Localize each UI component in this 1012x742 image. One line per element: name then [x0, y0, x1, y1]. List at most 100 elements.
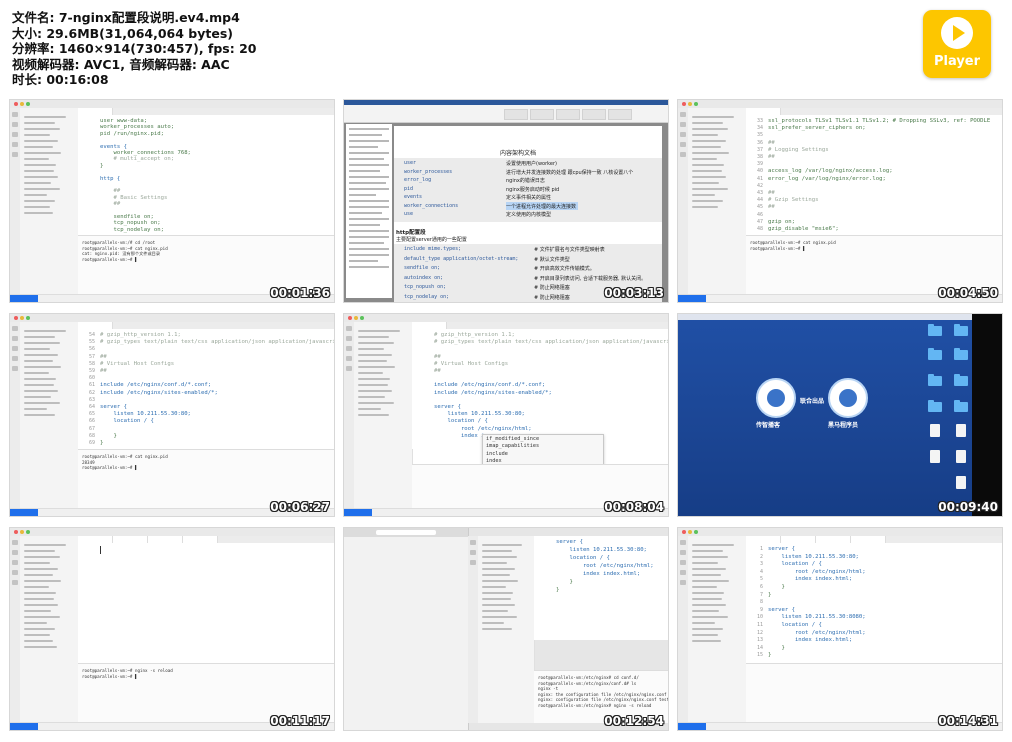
- file-explorer: [354, 322, 413, 509]
- player-logo: Player: [923, 10, 991, 78]
- line-number: 3: [759, 561, 763, 568]
- code-line: http {: [100, 175, 121, 182]
- file-info-line: 视频解码器: AVC1, 音频解码器: AAC: [12, 56, 230, 72]
- code-line: index index.html;: [556, 571, 641, 577]
- thumbnail-5[interactable]: # gzip_http_version 1.1; # gzip_types tex…: [343, 313, 669, 517]
- config-key: worker_connections: [404, 202, 459, 209]
- thumbnail-2[interactable]: 内容架构文档 user 设置使用用户(worker) worker_processe…: [343, 99, 669, 303]
- code-line: root /etc/nginx/html;: [768, 629, 866, 636]
- line-number: 44: [756, 197, 763, 204]
- line-number: 6: [759, 584, 763, 590]
- line-number: 13: [756, 637, 763, 644]
- code-line: listen 10.211.55.30:80;: [434, 411, 525, 418]
- config-key: worker_processes: [404, 168, 453, 175]
- code-line: # Basic Settings: [100, 194, 168, 201]
- line-number: 43: [756, 190, 763, 196]
- folder-icon[interactable]: [928, 400, 942, 412]
- file-icon[interactable]: [930, 424, 940, 437]
- player-logo-label: Player: [933, 54, 981, 69]
- thumbnail-6[interactable]: 传智播客 联合出品 黑马程序员 00:09:40: [677, 313, 1003, 517]
- code-editor: server {1 listen 10.211.55.30:80; 2 locat…: [746, 543, 1002, 663]
- line-number: 8: [759, 599, 763, 606]
- line-number: 48: [756, 226, 763, 232]
- folder-icon[interactable]: [954, 348, 968, 360]
- code-line: # gzip_http_version 1.1;: [434, 332, 515, 338]
- config-description: 定义使用的内核模型: [506, 212, 552, 218]
- line-number: 67: [88, 425, 95, 432]
- thumbnail-8[interactable]: server { listen 10.211.55.30:80; locatio…: [343, 527, 669, 731]
- config-description: # 文件扩展名与文件类型映射表: [534, 247, 605, 253]
- line-number: 1: [759, 546, 763, 552]
- file-icon[interactable]: [930, 450, 940, 463]
- line-number: 39: [756, 161, 763, 168]
- thumbnail-9[interactable]: server {1 listen 10.211.55.30:80; 2 locat…: [677, 527, 1003, 731]
- line-number: 12: [756, 629, 763, 636]
- code-line: ssl_prefer_server_ciphers on;: [768, 125, 866, 132]
- code-line: ##: [100, 188, 121, 195]
- address-bar[interactable]: [376, 530, 436, 535]
- line-number: 56: [88, 346, 95, 353]
- code-line: listen 10.211.55.30:80;: [100, 411, 191, 418]
- thumbnail-4[interactable]: # gzip_http_version 1.1; 54 # gzip_types t…: [9, 313, 335, 517]
- terminal-line: nginx: the configuration file /etc/nginx…: [538, 691, 667, 697]
- line-number: 61: [88, 382, 95, 389]
- folder-icon[interactable]: [928, 348, 942, 360]
- code-line: index i: [434, 432, 485, 439]
- file-explorer: [688, 536, 747, 723]
- code-line: ##: [768, 139, 775, 146]
- brand-right-label: 黑马程序员: [828, 422, 859, 429]
- code-line: root /etc/nginx/html;: [556, 563, 654, 569]
- folder-icon[interactable]: [928, 324, 942, 336]
- line-number: 7: [759, 591, 763, 598]
- line-number: 66: [88, 418, 95, 425]
- code-line: ##: [768, 154, 775, 160]
- code-line: # Virtual Host Configs: [100, 360, 175, 367]
- file-info-line: 时长: 00:16:08: [12, 72, 109, 87]
- terminal-line: nginx: configuration file /etc/nginx/ngi…: [538, 697, 669, 702]
- autocomplete-item[interactable]: include: [486, 451, 508, 457]
- terminal-line: root@parallels-vm:~# nginx -s reload: [82, 668, 173, 673]
- terminal-line: nginx -t: [538, 686, 559, 691]
- config-key: tcp_nopush on;: [404, 284, 447, 291]
- line-number: 36: [756, 139, 763, 146]
- code-line: ##: [100, 368, 107, 374]
- line-number: 47: [756, 218, 763, 225]
- code-line: access_log /var/log/nginx/access.log;: [768, 168, 893, 175]
- folder-icon[interactable]: [928, 374, 942, 386]
- file-icon[interactable]: [956, 476, 966, 489]
- code-line: # Logging Settings: [768, 146, 829, 153]
- code-line: location / {: [434, 418, 488, 425]
- terminal-line: root@parallels-vm:~# cat nginx.pid: [82, 454, 168, 459]
- folder-icon[interactable]: [954, 324, 968, 336]
- config-description: nginx的错误日志: [506, 178, 545, 184]
- code-line: ##: [100, 201, 121, 208]
- autocomplete-item[interactable]: imap_capabilities: [486, 443, 539, 449]
- thumbnail-1[interactable]: user www-data; worker_processes auto; pid …: [9, 99, 335, 303]
- file-icon[interactable]: [956, 450, 966, 463]
- thumbnail-3[interactable]: ssl_protocols TLSv1 TLSv1.1 TLSv1.2; # D…: [677, 99, 1003, 303]
- config-description: nginx服务启动时候 pid: [506, 186, 560, 193]
- line-number: 62: [88, 389, 95, 396]
- line-number: 58: [88, 360, 95, 367]
- autocomplete-item[interactable]: if_modified_since: [486, 436, 539, 442]
- config-description: 进行增大并发连接数的处理 跟cpu保持一致 八核设置八个: [506, 169, 634, 176]
- terminal-line: 28349: [82, 459, 95, 465]
- code-line: # Gzip Settings: [768, 197, 819, 204]
- file-explorer: [20, 322, 79, 509]
- code-line: include /etc/nginx/conf.d/*.conf;: [434, 382, 546, 389]
- folder-icon[interactable]: [954, 374, 968, 386]
- line-number: 10: [756, 614, 763, 621]
- config-description: 设置使用用户(worker): [506, 161, 557, 167]
- thumbnail-7[interactable]: root@parallels-vm:~# nginx -s reload root…: [9, 527, 335, 731]
- file-icon[interactable]: [956, 424, 966, 437]
- code-line: tcp_nodelay on;: [100, 226, 164, 233]
- code-line: # gzip_types text/plain text/css applica…: [100, 339, 335, 346]
- line-number: 2: [759, 553, 763, 560]
- line-number: 54: [88, 332, 95, 338]
- folder-icon[interactable]: [954, 400, 968, 412]
- config-key: pid: [404, 185, 414, 192]
- line-number: 15: [756, 652, 763, 659]
- timestamp: 00:12:54: [604, 714, 664, 728]
- file-info-line: 分辨率: 1460×914(730:457), fps: 20: [12, 41, 257, 56]
- brand-left-label: 传智播客: [756, 422, 781, 429]
